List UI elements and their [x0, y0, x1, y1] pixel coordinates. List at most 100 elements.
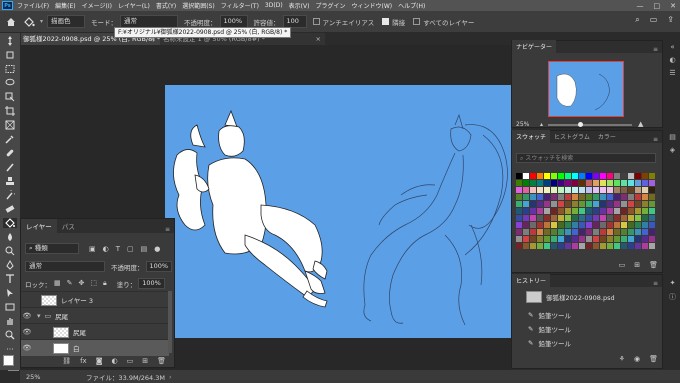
- color-swatch[interactable]: [642, 201, 648, 207]
- color-swatch[interactable]: [607, 215, 613, 221]
- new-group-icon[interactable]: ▭: [127, 357, 134, 365]
- mask-icon[interactable]: ◙: [96, 357, 103, 365]
- layers-scrollbar[interactable]: [168, 291, 172, 353]
- eye-icon[interactable]: 👁︎: [21, 312, 33, 320]
- maximize-icon[interactable]: □: [654, 2, 661, 10]
- pixel-filter-icon[interactable]: ▣: [89, 245, 96, 253]
- color-swatch[interactable]: [523, 194, 529, 200]
- lock-image-icon[interactable]: ✎: [67, 279, 73, 288]
- color-swatch[interactable]: [523, 187, 529, 193]
- color-swatch[interactable]: [621, 173, 627, 179]
- close-icon[interactable]: ×: [316, 33, 321, 45]
- color-swatch[interactable]: [607, 180, 613, 186]
- color-swatch[interactable]: [586, 173, 592, 179]
- color-swatch[interactable]: [600, 194, 606, 200]
- color-swatch[interactable]: [551, 180, 557, 186]
- color-swatch[interactable]: [516, 243, 522, 249]
- color-swatch[interactable]: [649, 229, 655, 235]
- color-swatch[interactable]: [614, 222, 620, 228]
- adjustment-filter-icon[interactable]: ◐: [103, 245, 109, 253]
- color-swatch[interactable]: [579, 187, 585, 193]
- color-swatch[interactable]: [649, 173, 655, 179]
- color-swatch[interactable]: [579, 201, 585, 207]
- color-swatch[interactable]: [628, 215, 634, 221]
- color-swatch[interactable]: [642, 187, 648, 193]
- all-layers-checkbox[interactable]: [413, 18, 421, 25]
- color-swatch[interactable]: [607, 173, 613, 179]
- color-swatch[interactable]: [537, 187, 543, 193]
- hand-tool-icon[interactable]: [3, 316, 17, 326]
- color-swatch[interactable]: [523, 229, 529, 235]
- color-swatch[interactable]: [600, 208, 606, 214]
- color-swatch[interactable]: [614, 215, 620, 221]
- color-swatch[interactable]: [579, 180, 585, 186]
- eyedropper-tool-icon[interactable]: [3, 134, 17, 144]
- color-swatch[interactable]: [565, 180, 571, 186]
- lasso-tool-icon[interactable]: [3, 78, 17, 88]
- color-swatch[interactable]: [530, 222, 536, 228]
- color-swatch[interactable]: [516, 173, 522, 179]
- color-swatch[interactable]: [600, 222, 606, 228]
- info-panel-icon[interactable]: ⓘ: [669, 292, 676, 302]
- color-swatch[interactable]: [614, 201, 620, 207]
- foreground-color-swatch[interactable]: [3, 355, 14, 366]
- panel-menu-icon[interactable]: ≡: [653, 46, 658, 53]
- color-swatch[interactable]: [565, 222, 571, 228]
- color-swatch[interactable]: [558, 201, 564, 207]
- menu-edit[interactable]: 編集(E): [55, 1, 75, 10]
- history-item[interactable]: ✎ 鉛筆ツール: [514, 309, 652, 321]
- color-swatch[interactable]: [600, 173, 606, 179]
- color-swatch[interactable]: [558, 243, 564, 249]
- color-swatch[interactable]: [579, 236, 585, 242]
- color-swatch[interactable]: [558, 187, 564, 193]
- lock-artboard-icon[interactable]: ⬚: [90, 279, 97, 288]
- color-swatch[interactable]: [586, 236, 592, 242]
- color-swatch[interactable]: [516, 201, 522, 207]
- color-swatch[interactable]: [635, 208, 641, 214]
- menu-select[interactable]: 選択範囲(S): [182, 1, 215, 10]
- color-swatch[interactable]: [635, 236, 641, 242]
- color-swatch[interactable]: [516, 187, 522, 193]
- color-swatch[interactable]: [523, 243, 529, 249]
- color-swatch[interactable]: [565, 187, 571, 193]
- tool-preset-arrow-icon[interactable]: ▾: [40, 18, 43, 25]
- history-item[interactable]: ✎ 鉛筆ツール: [514, 323, 652, 335]
- color-swatch[interactable]: [544, 243, 550, 249]
- color-swatch[interactable]: [523, 180, 529, 186]
- adjustments-panel-icon[interactable]: ◐: [669, 56, 675, 64]
- color-swatch[interactable]: [558, 215, 564, 221]
- frame-tool-icon[interactable]: [3, 120, 17, 130]
- color-swatch[interactable]: [649, 194, 655, 200]
- menu-view[interactable]: 表示(V): [289, 1, 310, 10]
- tab-color[interactable]: カラー: [594, 130, 620, 143]
- color-swatch[interactable]: [635, 215, 641, 221]
- color-swatch[interactable]: [558, 194, 564, 200]
- color-swatch[interactable]: [558, 173, 564, 179]
- color-swatch[interactable]: [642, 215, 648, 221]
- path-selection-tool-icon[interactable]: [3, 288, 17, 298]
- color-swatch[interactable]: [586, 229, 592, 235]
- eye-icon[interactable]: 👁︎: [21, 344, 33, 352]
- color-swatch[interactable]: [586, 215, 592, 221]
- color-swatch[interactable]: [586, 243, 592, 249]
- color-swatch[interactable]: [572, 201, 578, 207]
- crop-tool-icon[interactable]: [3, 106, 17, 116]
- color-swatch[interactable]: [565, 173, 571, 179]
- color-swatch[interactable]: [523, 201, 529, 207]
- color-swatch[interactable]: [628, 222, 634, 228]
- menu-help[interactable]: ヘルプ(H): [398, 1, 425, 10]
- snapshot-camera-icon[interactable]: ◉: [634, 355, 640, 363]
- color-swatch[interactable]: [621, 236, 627, 242]
- color-swatch[interactable]: [649, 222, 655, 228]
- color-swatch[interactable]: [551, 201, 557, 207]
- color-swatch[interactable]: [537, 180, 543, 186]
- color-swatch[interactable]: [565, 194, 571, 200]
- brush-settings-panel-icon[interactable]: ✦: [670, 279, 676, 287]
- color-swatch[interactable]: [628, 236, 634, 242]
- color-swatch[interactable]: [516, 215, 522, 221]
- paint-bucket-icon[interactable]: [22, 15, 36, 29]
- color-swatch[interactable]: [537, 215, 543, 221]
- canvas-artwork[interactable]: [165, 85, 511, 338]
- color-swatch[interactable]: [621, 243, 627, 249]
- healing-brush-tool-icon[interactable]: [3, 148, 17, 158]
